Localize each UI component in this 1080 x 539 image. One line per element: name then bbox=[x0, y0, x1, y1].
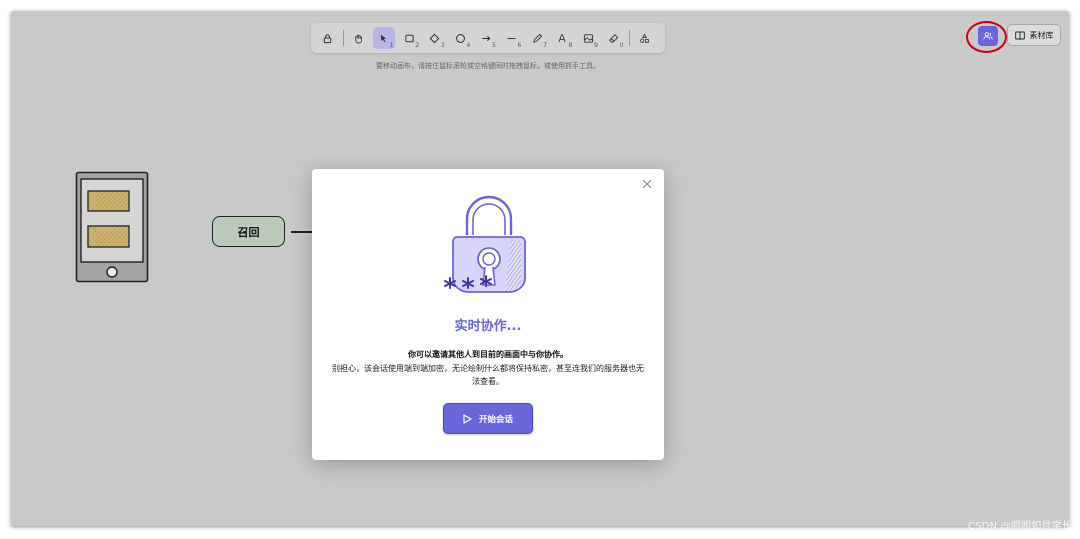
tool-selection[interactable]: 1 bbox=[373, 27, 395, 49]
library-label: 素材库 bbox=[1029, 30, 1054, 40]
arrow-icon bbox=[481, 35, 490, 41]
tool-shortcut: 8 bbox=[568, 42, 573, 49]
tool-ellipse[interactable]: 4 bbox=[450, 27, 472, 49]
recall-label: 召回 bbox=[237, 225, 260, 239]
tool-shortcut: 7 bbox=[543, 42, 547, 49]
users-icon bbox=[983, 32, 993, 40]
tool-arrow[interactable]: 5 bbox=[475, 27, 497, 49]
tool-shortcut: 3 bbox=[440, 42, 445, 49]
lock-icon bbox=[324, 33, 332, 43]
pencil-icon bbox=[532, 33, 542, 43]
tool-diamond[interactable]: 3 bbox=[424, 27, 446, 49]
collaborate-button[interactable] bbox=[978, 26, 998, 46]
recall-node[interactable]: 召回 bbox=[212, 216, 285, 247]
tool-shortcut: 0 bbox=[619, 42, 624, 49]
rectangle-icon bbox=[405, 34, 414, 42]
play-icon bbox=[463, 413, 472, 424]
tool-shortcut: 4 bbox=[466, 42, 471, 49]
tool-image[interactable]: 9 bbox=[577, 27, 599, 49]
canvas-hint: 要移动画布，请按住鼠标滚轮或空格键同时拖拽鼠标，或使用抓手工具。 bbox=[376, 62, 600, 70]
tool-text[interactable]: 8 bbox=[552, 27, 574, 49]
padlock-illustration bbox=[444, 195, 526, 293]
start-session-label: 开始会话 bbox=[478, 414, 513, 425]
dialog-description: 别担心，该会话使用端到端加密，无论绘制什么都将保持私密，甚至连我们的服务器也无法… bbox=[332, 364, 644, 386]
tool-pencil[interactable]: 7 bbox=[526, 27, 548, 49]
connector-line bbox=[291, 231, 313, 233]
tool-shortcut: 1 bbox=[389, 42, 394, 49]
toolbar-divider bbox=[628, 30, 630, 46]
tool-line[interactable]: 6 bbox=[501, 27, 523, 49]
collaboration-dialog: 实时协作... 你可以邀请其他人到目前的画面中与你协作。 别担心，该会话使用端到… bbox=[312, 169, 664, 460]
image-icon bbox=[583, 33, 593, 43]
tool-shortcut: 2 bbox=[415, 42, 420, 49]
text-icon bbox=[558, 33, 566, 42]
tool-lock[interactable] bbox=[317, 27, 339, 49]
pointer-icon bbox=[381, 34, 387, 42]
close-icon bbox=[642, 179, 652, 189]
ellipse-icon bbox=[456, 33, 465, 43]
phone-sketch bbox=[75, 171, 149, 283]
tool-hand[interactable] bbox=[348, 27, 370, 49]
tool-shortcut: 6 bbox=[517, 42, 522, 49]
start-session-button[interactable]: 开始会话 bbox=[443, 403, 533, 434]
book-icon bbox=[1014, 31, 1025, 39]
shapes-icon bbox=[639, 33, 649, 43]
dialog-title: 实时协作... bbox=[454, 319, 522, 334]
diamond-icon bbox=[430, 33, 440, 43]
tool-shortcut: 5 bbox=[491, 42, 496, 49]
tool-shortcut: 9 bbox=[594, 42, 598, 49]
app-window: 1 2 3 4 5 6 7 8 9 0 要移动画布，请按住鼠标滚轮或空格键同时拖… bbox=[11, 11, 1069, 526]
tool-more-shapes[interactable] bbox=[634, 27, 656, 49]
tool-rectangle[interactable]: 2 bbox=[399, 27, 421, 49]
hand-icon bbox=[355, 34, 362, 43]
dialog-description-bold: 你可以邀请其他人到目前的画面中与你协作。 bbox=[408, 350, 568, 359]
close-button[interactable] bbox=[640, 178, 654, 192]
line-icon bbox=[507, 37, 516, 39]
library-button[interactable]: 素材库 bbox=[1007, 24, 1061, 46]
toolbar: 1 2 3 4 5 6 7 8 9 0 bbox=[311, 23, 665, 53]
toolbar-divider bbox=[342, 30, 344, 46]
eraser-icon bbox=[609, 33, 619, 43]
watermark: CSDN @明明如月学长 bbox=[967, 521, 1072, 532]
tool-eraser[interactable]: 0 bbox=[603, 27, 625, 49]
